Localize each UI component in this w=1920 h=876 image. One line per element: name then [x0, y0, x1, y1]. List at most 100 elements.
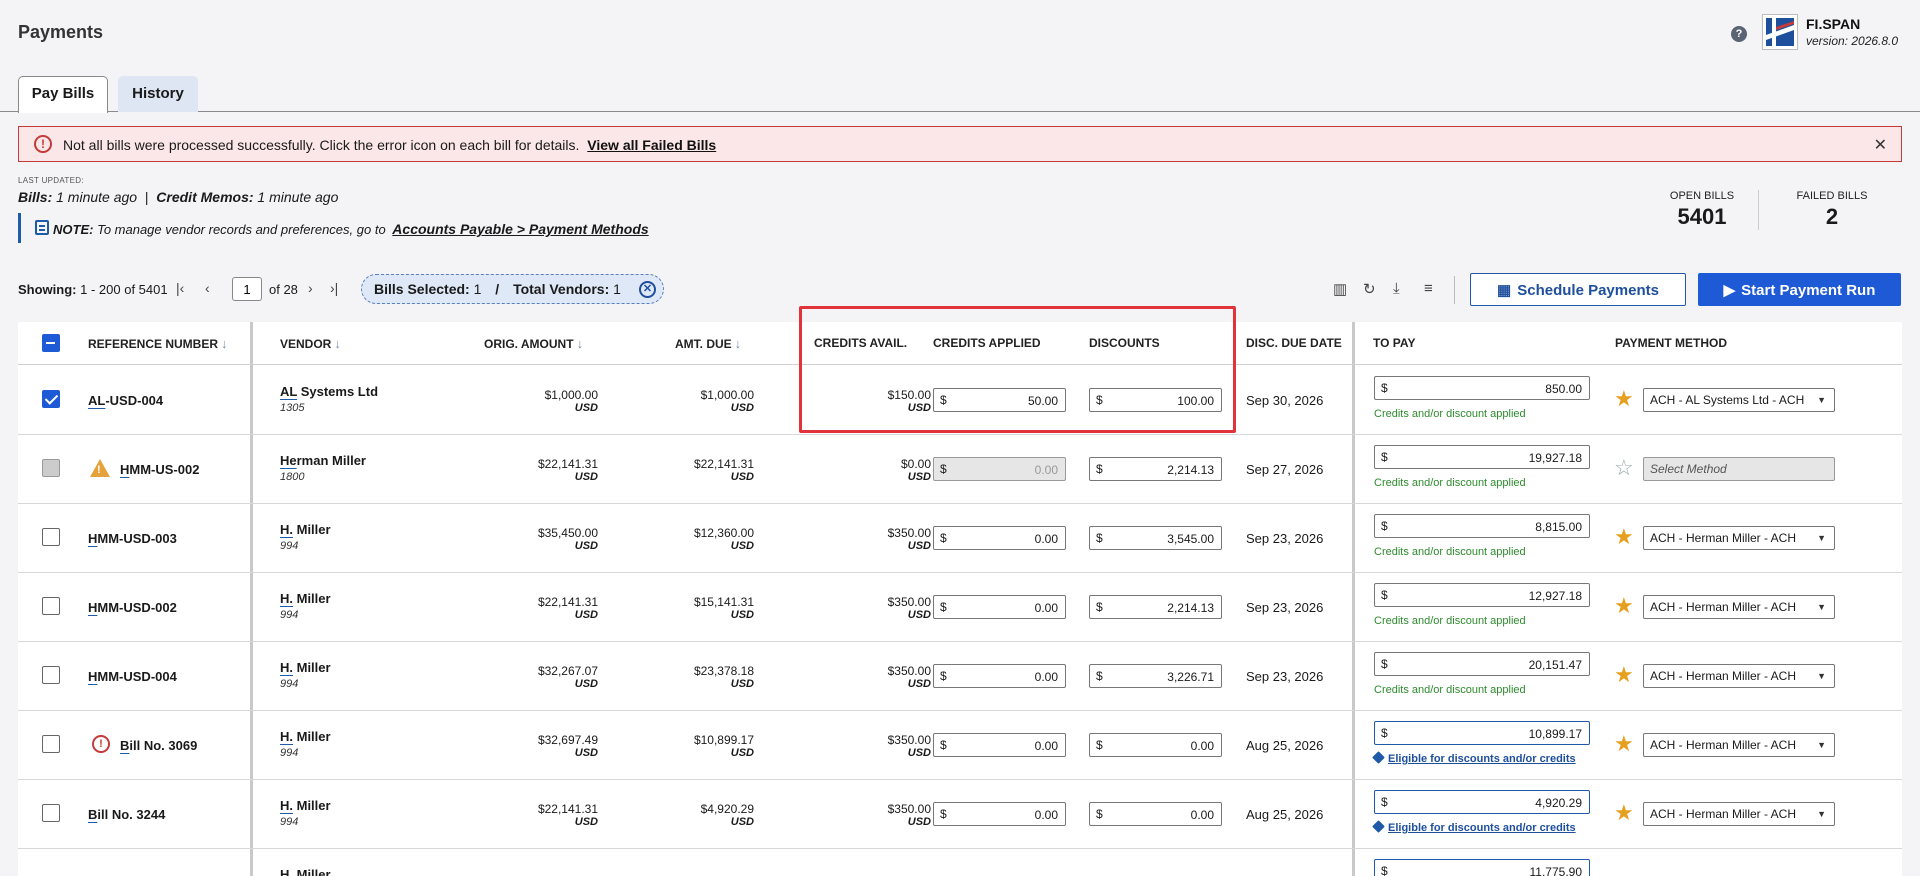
- payment-method-select[interactable]: ACH - Herman Miller - ACH ▼: [1643, 733, 1835, 757]
- orig-amount: $1,000.00 USD: [478, 388, 598, 414]
- vendor-name[interactable]: H. Miller: [280, 798, 331, 813]
- to-pay-input[interactable]: $8,815.00: [1374, 514, 1590, 538]
- discount-input[interactable]: $3,545.00: [1089, 526, 1222, 550]
- note-label: NOTE:: [53, 222, 94, 237]
- star-icon[interactable]: ★: [1614, 386, 1634, 412]
- alert-error-icon: !: [34, 135, 52, 153]
- table-row[interactable]: AL-USD-004 AL Systems Ltd 1305 $1,000.00 USD…: [18, 366, 1902, 435]
- calendar-icon: ▦: [1497, 281, 1512, 299]
- credits-applied-input[interactable]: $0.00: [933, 526, 1066, 550]
- discount-input[interactable]: $0.00: [1089, 733, 1222, 757]
- download-icon[interactable]: ⤓: [1393, 280, 1400, 297]
- reference-number[interactable]: Bill No. 3069: [120, 738, 197, 753]
- row-checkbox[interactable]: [42, 666, 60, 684]
- reference-number[interactable]: AL-USD-004: [88, 393, 163, 408]
- row-checkbox[interactable]: [42, 597, 60, 615]
- payment-method-select[interactable]: ACH - AL Systems Ltd - ACH ▼: [1643, 388, 1835, 412]
- star-icon[interactable]: ★: [1614, 593, 1634, 619]
- first-page-icon[interactable]: |‹: [176, 280, 184, 296]
- to-pay-input[interactable]: $850.00: [1374, 376, 1590, 400]
- orig-amount-value: $22,141.31: [537, 457, 598, 471]
- payment-method-select[interactable]: ACH - Herman Miller - ACH ▼: [1643, 526, 1835, 550]
- to-pay-input[interactable]: $10,899.17: [1374, 721, 1590, 745]
- reference-number[interactable]: HMM-USD-004: [88, 669, 177, 684]
- table-row[interactable]: HMM-USD-004 H. Miller 994 $32,267.07 USD $23,…: [18, 642, 1902, 711]
- alert-close-icon[interactable]: ✕: [1874, 135, 1887, 155]
- reference-number[interactable]: Bill No. 3244: [88, 807, 165, 822]
- vendor-name[interactable]: H. Miller: [280, 867, 331, 876]
- payment-method-select[interactable]: ACH - Herman Miller - ACH ▼: [1643, 664, 1835, 688]
- row-checkbox[interactable]: [42, 804, 60, 822]
- to-pay-input[interactable]: $20,151.47: [1374, 652, 1590, 676]
- to-pay-input[interactable]: $19,927.18: [1374, 445, 1590, 469]
- help-icon[interactable]: ?: [1731, 26, 1747, 42]
- discount-input[interactable]: $100.00: [1089, 388, 1222, 412]
- row-checkbox[interactable]: [42, 459, 60, 477]
- vendor-name[interactable]: H. Miller: [280, 660, 331, 675]
- star-icon[interactable]: ★: [1614, 662, 1634, 688]
- col-orig-amount[interactable]: ORIG. AMOUNT ↓: [484, 336, 583, 351]
- vendor-name[interactable]: H. Miller: [280, 729, 331, 744]
- tab-pay-bills[interactable]: Pay Bills: [18, 76, 108, 113]
- clear-selection-icon[interactable]: ✕: [639, 281, 656, 298]
- reference-number[interactable]: HMM-USD-002: [88, 600, 177, 615]
- table-row[interactable]: ! HMM-US-002 Herman Miller 1800 $22,141.31 US…: [18, 435, 1902, 504]
- last-page-icon[interactable]: ›|: [330, 280, 338, 296]
- reference-number[interactable]: HMM-USD-003: [88, 531, 177, 546]
- discount-input[interactable]: $3,226.71: [1089, 664, 1222, 688]
- start-payment-run-button[interactable]: ▶ Start Payment Run: [1698, 273, 1901, 306]
- star-outline-icon[interactable]: ☆: [1614, 455, 1634, 481]
- payment-method-select[interactable]: Select Method: [1643, 457, 1835, 481]
- prev-page-icon[interactable]: ‹: [205, 280, 210, 296]
- payment-method-select[interactable]: ACH - Herman Miller - ACH ▼: [1643, 802, 1835, 826]
- discount-input[interactable]: $2,214.13: [1089, 595, 1222, 619]
- table-row[interactable]: ! Bill No. 3069 H. Miller 994 $32,697.49 USD $…: [18, 711, 1902, 780]
- tab-history[interactable]: History: [118, 76, 198, 112]
- select-all-checkbox[interactable]: [42, 334, 60, 352]
- vendor-prefix: H.: [280, 591, 293, 606]
- next-page-icon[interactable]: ›: [308, 280, 313, 296]
- payment-methods-link[interactable]: Accounts Payable > Payment Methods: [392, 221, 648, 237]
- table-row[interactable]: HMM-USD-003 H. Miller 994 $35,450.00 USD $12,…: [18, 504, 1902, 573]
- row-checkbox[interactable]: [42, 528, 60, 546]
- row-checkbox[interactable]: [42, 735, 60, 753]
- vendor-note: NOTE: To manage vendor records and prefe…: [18, 213, 649, 243]
- credits-applied-input[interactable]: $0.00: [933, 802, 1066, 826]
- page-number-input[interactable]: [232, 277, 262, 301]
- credits-applied-input[interactable]: $0.00: [933, 595, 1066, 619]
- refresh-icon[interactable]: ↻: [1363, 280, 1376, 298]
- to-pay-input[interactable]: $11,775.90: [1374, 859, 1590, 876]
- vendor-name[interactable]: H. Miller: [280, 522, 331, 537]
- credits-applied-input[interactable]: $0.00: [933, 664, 1066, 688]
- vendor-name[interactable]: H. Miller: [280, 591, 331, 606]
- credits-applied-input[interactable]: $0.00: [933, 733, 1066, 757]
- to-pay-input[interactable]: $12,927.18: [1374, 583, 1590, 607]
- credits-applied-input[interactable]: $50.00: [933, 388, 1066, 412]
- col-reference-number[interactable]: REFERENCE NUMBER ↓: [88, 336, 228, 351]
- payment-method-select[interactable]: ACH - Herman Miller - ACH ▼: [1643, 595, 1835, 619]
- star-icon[interactable]: ★: [1614, 800, 1634, 826]
- view-failed-bills-link[interactable]: View all Failed Bills: [587, 137, 716, 153]
- credits-available-value: $350.00: [887, 802, 931, 816]
- reference-number[interactable]: HMM-US-002: [120, 462, 199, 477]
- table-row[interactable]: H. Miller $11,775.90: [18, 849, 1902, 876]
- eligible-link[interactable]: Eligible for discounts and/or credits: [1372, 751, 1576, 765]
- col-vendor[interactable]: VENDOR ↓: [280, 336, 341, 351]
- table-row[interactable]: Bill No. 3244 H. Miller 994 $22,141.31 USD $4…: [18, 780, 1902, 849]
- currency: USD: [574, 678, 598, 690]
- error-icon[interactable]: !: [92, 735, 110, 753]
- row-checkbox[interactable]: [42, 390, 60, 408]
- filter-icon[interactable]: ≡: [1424, 280, 1433, 297]
- col-amt-due[interactable]: AMT. DUE ↓: [675, 336, 741, 351]
- vendor-name[interactable]: Herman Miller: [280, 453, 366, 468]
- eligible-link[interactable]: Eligible for discounts and/or credits: [1372, 820, 1576, 834]
- vendor-name[interactable]: AL Systems Ltd: [280, 384, 378, 399]
- columns-icon[interactable]: ▥: [1333, 280, 1347, 298]
- to-pay-input[interactable]: $4,920.29: [1374, 790, 1590, 814]
- discount-input[interactable]: $2,214.13: [1089, 457, 1222, 481]
- star-icon[interactable]: ★: [1614, 731, 1634, 757]
- discount-input[interactable]: $0.00: [1089, 802, 1222, 826]
- table-row[interactable]: HMM-USD-002 H. Miller 994 $22,141.31 USD $15,…: [18, 573, 1902, 642]
- star-icon[interactable]: ★: [1614, 524, 1634, 550]
- schedule-payments-button[interactable]: ▦ Schedule Payments: [1470, 273, 1686, 306]
